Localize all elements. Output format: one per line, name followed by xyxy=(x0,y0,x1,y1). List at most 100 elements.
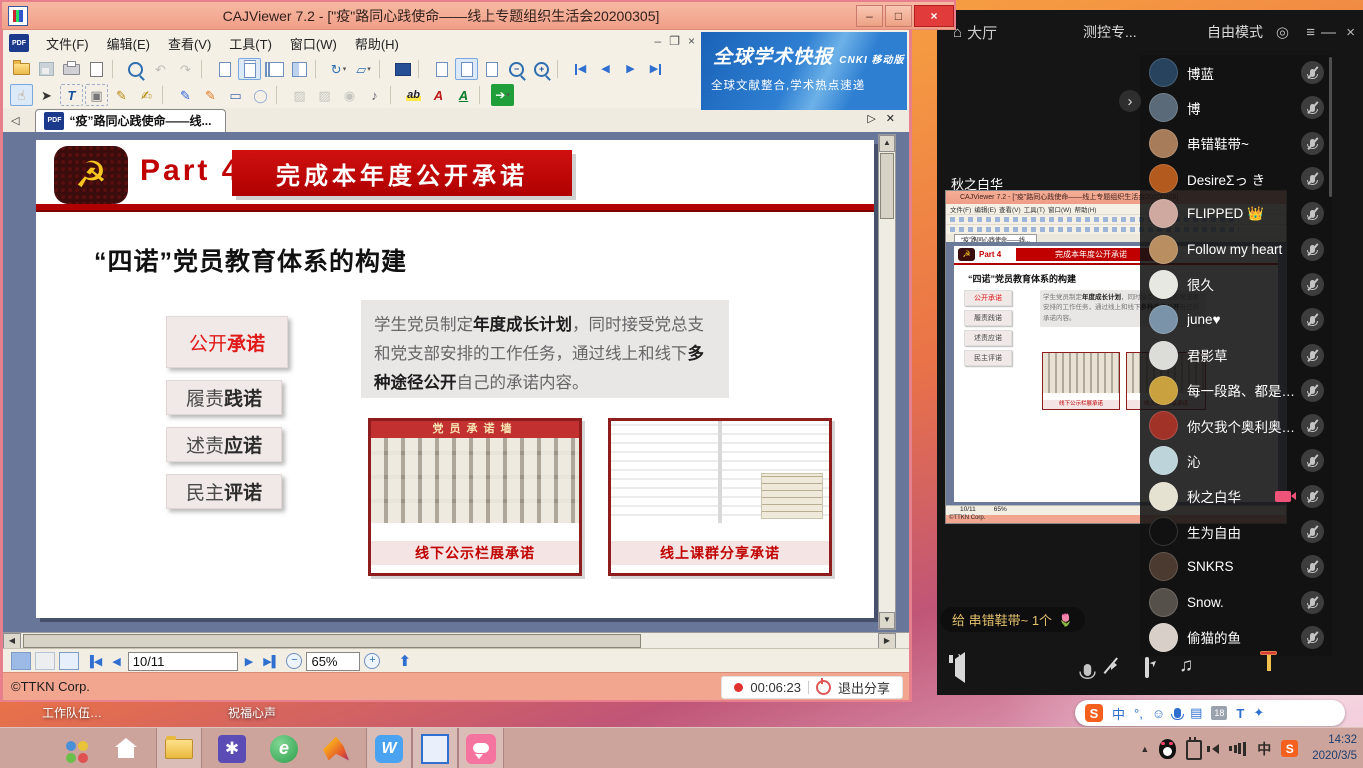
redo-icon[interactable]: ↷ xyxy=(174,58,197,80)
user-row[interactable]: 你欠我个奥利奥O_o xyxy=(1140,408,1332,443)
cajviewer-app[interactable] xyxy=(412,728,458,768)
layout-grid-icon[interactable] xyxy=(59,652,79,670)
print-icon[interactable] xyxy=(60,58,83,80)
toolbar-icon[interactable] xyxy=(418,59,426,79)
user-row[interactable]: 偷猫的鱼 xyxy=(1140,620,1332,655)
actual-size-icon[interactable] xyxy=(430,58,453,80)
tab-scroll-right-icon[interactable]: ▷ xyxy=(867,112,875,125)
crop-icon[interactable]: ▨ xyxy=(288,84,311,106)
document-tab[interactable]: PDF “疫”路同心践使命——线... xyxy=(35,109,226,132)
next-page-icon[interactable]: ▶ xyxy=(242,655,256,668)
zoom-in-icon[interactable]: + xyxy=(530,58,553,80)
cnki-banner[interactable]: 全球学术快报 CNKI 移动版 全球文献整合,学术热点速递 xyxy=(701,32,907,110)
char-green-icon[interactable]: A xyxy=(452,84,475,106)
sogou-tray-icon[interactable]: S xyxy=(1281,740,1298,757)
user-row[interactable]: 博蓝 xyxy=(1140,55,1332,90)
mic-muted-icon[interactable] xyxy=(1301,414,1324,437)
toolbar-icon[interactable] xyxy=(276,85,284,105)
snapshot-dropdown-icon[interactable]: ▱ xyxy=(352,58,375,80)
zoom-in-icon[interactable]: + xyxy=(364,653,380,669)
scrollbar-thumb[interactable] xyxy=(23,634,641,648)
undo-icon[interactable]: ↶ xyxy=(149,58,172,80)
ime-emoji-icon[interactable]: ☺ xyxy=(1152,706,1165,721)
user-row[interactable]: Snow. xyxy=(1140,584,1332,619)
minimize-button[interactable]: – xyxy=(856,5,883,27)
toolbar-icon[interactable] xyxy=(379,59,387,79)
menu-icon[interactable]: ≡ xyxy=(1306,24,1315,41)
ellipse-tool-icon[interactable]: ◯ xyxy=(249,84,272,106)
select-zoom-icon[interactable] xyxy=(124,58,147,80)
close-button[interactable]: × xyxy=(914,5,954,27)
save-icon[interactable] xyxy=(35,58,58,80)
print-preview-icon[interactable] xyxy=(85,58,108,80)
home-app[interactable] xyxy=(104,728,148,768)
image-select-icon[interactable]: ▣ xyxy=(85,84,108,106)
sound-icon[interactable]: ♪ xyxy=(363,84,386,106)
ime-punct-icon[interactable]: °, xyxy=(1134,706,1143,721)
network-tray-icon[interactable] xyxy=(1229,742,1247,756)
ime-keyboard-icon[interactable]: ▤ xyxy=(1190,705,1202,721)
ime-skin-icon[interactable]: 18 xyxy=(1211,706,1227,720)
mic-muted-icon[interactable] xyxy=(1301,238,1324,261)
continuous-page-icon[interactable] xyxy=(238,58,261,80)
sogou-logo-icon[interactable]: S xyxy=(1085,704,1103,722)
mic-muted-icon[interactable] xyxy=(1301,132,1324,155)
tab-close-icon[interactable]: ✕ xyxy=(886,112,895,125)
panel-scrollbar[interactable] xyxy=(1329,57,1332,197)
mic-muted-icon[interactable] xyxy=(1301,520,1324,543)
mic-muted-icon[interactable] xyxy=(1301,96,1324,119)
toolbar-icon[interactable] xyxy=(390,85,398,105)
rotate-dropdown-icon[interactable]: ↻ xyxy=(327,58,350,80)
mic-muted-icon[interactable] xyxy=(1301,273,1324,296)
browser-360-app[interactable]: e xyxy=(262,728,306,768)
close-icon[interactable]: × xyxy=(1346,24,1355,41)
mic-muted-icon[interactable] xyxy=(1301,202,1324,225)
mdi-restore-icon[interactable]: ❐ xyxy=(669,34,680,48)
mic-muted-icon[interactable] xyxy=(1301,61,1324,84)
user-row[interactable]: DesireΣっ き xyxy=(1140,161,1332,196)
mic-muted-icon[interactable] xyxy=(1301,485,1324,508)
mode-label[interactable]: 自由模式 xyxy=(1207,22,1263,42)
zoom-level-input[interactable]: 65% xyxy=(306,652,360,671)
mdi-minimize-icon[interactable]: – xyxy=(655,34,662,48)
text-note-icon[interactable]: ✍ xyxy=(135,84,158,106)
facing-pages-icon[interactable] xyxy=(263,58,286,80)
highlight-icon[interactable]: ab xyxy=(402,84,425,106)
music-button[interactable]: ♫ xyxy=(1179,655,1193,677)
user-row[interactable]: 串错鞋带~ xyxy=(1140,126,1332,161)
mic-muted-icon[interactable] xyxy=(1301,449,1324,472)
toolbar-icon[interactable] xyxy=(315,59,323,79)
user-row[interactable]: june♥ xyxy=(1140,302,1332,337)
note-tool-icon[interactable]: ✎ xyxy=(110,84,133,106)
ime-lang-tray-icon[interactable]: 中 xyxy=(1257,739,1271,759)
settings-icon[interactable]: ◎ xyxy=(1276,23,1289,41)
chat-app[interactable] xyxy=(458,728,504,768)
toolbar-icon[interactable] xyxy=(201,59,209,79)
user-row[interactable]: 沁 xyxy=(1140,443,1332,478)
start-button[interactable] xyxy=(0,728,44,768)
horizontal-scrollbar[interactable]: ◀ ▶ xyxy=(3,632,909,649)
layout-facing-icon[interactable] xyxy=(35,652,55,670)
char-red-icon[interactable]: A xyxy=(427,84,450,106)
go-dropdown-icon[interactable]: ➔ xyxy=(491,84,514,106)
toolbar-icon[interactable] xyxy=(162,85,170,105)
user-row[interactable]: 生为自由 xyxy=(1140,514,1332,549)
ime-lang-icon[interactable]: 中 xyxy=(1112,704,1125,723)
ime-shirt-icon[interactable]: T xyxy=(1236,706,1244,721)
toolbar-icon[interactable] xyxy=(112,59,120,79)
first-page-icon[interactable]: ▐◀ xyxy=(83,655,105,668)
stamp-icon[interactable]: ◉ xyxy=(338,84,361,106)
rectangle-tool-icon[interactable]: ▭ xyxy=(224,84,247,106)
cajviewer-titlebar[interactable]: CAJViewer 7.2 - ["疫"路同心践使命——线上专题组织生活会202… xyxy=(0,0,956,30)
fullscreen-icon[interactable] xyxy=(391,58,414,80)
share-screen-button[interactable] xyxy=(1145,659,1149,677)
camera-on-icon[interactable] xyxy=(1275,491,1291,502)
lobby-button[interactable]: ⌂ 大厅 xyxy=(953,22,997,43)
wps-app[interactable]: W xyxy=(366,728,412,768)
prev-page-icon[interactable]: ◀ xyxy=(109,655,123,668)
settings-app[interactable]: ✱ xyxy=(210,728,254,768)
page-up-icon[interactable]: ⬆ xyxy=(398,652,411,670)
mic-off-button[interactable] xyxy=(1079,662,1095,678)
menu-item[interactable]: 查看(V) xyxy=(159,32,220,55)
user-row[interactable]: 很久 xyxy=(1140,267,1332,302)
